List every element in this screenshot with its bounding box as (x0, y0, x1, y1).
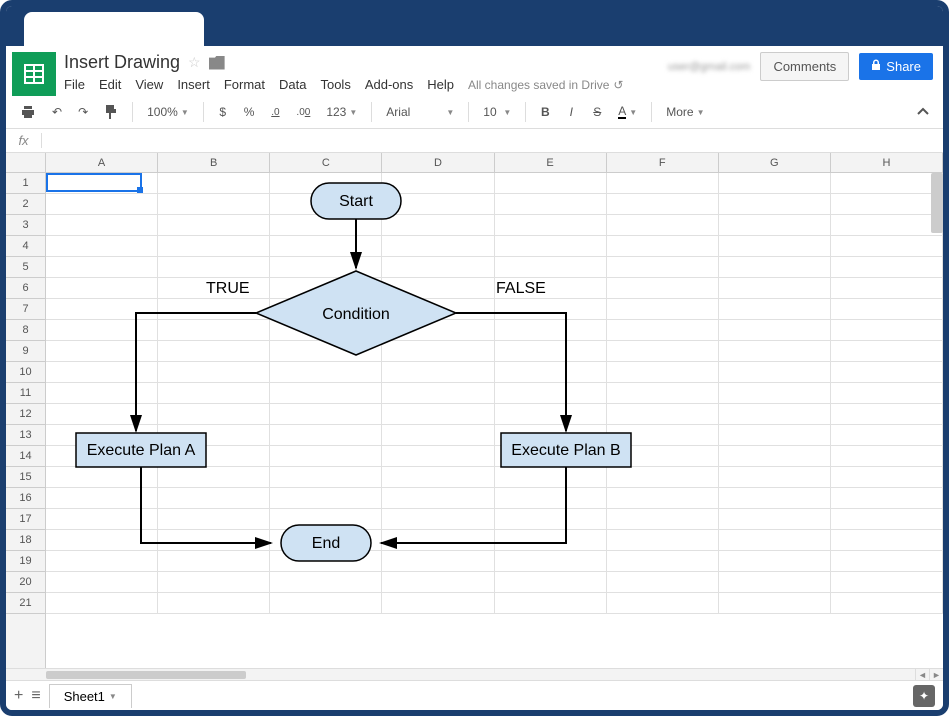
share-button[interactable]: Share (859, 53, 933, 80)
row-header[interactable]: 9 (6, 341, 45, 362)
scroll-right-icon[interactable]: ► (929, 669, 943, 681)
sheet-bar: + ≡ Sheet1 ▼ ✦ (6, 680, 943, 710)
font-size-value: 10 (483, 105, 496, 119)
col-header[interactable]: E (495, 153, 607, 172)
comments-button[interactable]: Comments (760, 52, 849, 81)
lock-icon (871, 59, 881, 74)
account-email[interactable]: user@gmail.com (668, 61, 751, 73)
row-header[interactable]: 8 (6, 320, 45, 341)
font-size-dropdown[interactable]: 10▼ (477, 101, 517, 123)
row-header[interactable]: 2 (6, 194, 45, 215)
text-color-icon: A (618, 106, 626, 119)
menu-insert[interactable]: Insert (177, 77, 210, 92)
number-format-dropdown[interactable]: 123▼ (320, 101, 363, 123)
star-icon[interactable]: ☆ (188, 54, 201, 71)
browser-tab[interactable] (24, 12, 204, 46)
text-color-dropdown[interactable]: A▼ (612, 102, 643, 123)
doc-title[interactable]: Insert Drawing (64, 52, 180, 73)
row-header[interactable]: 12 (6, 404, 45, 425)
menu-help[interactable]: Help (427, 77, 454, 92)
browser-tab-bar (6, 6, 943, 46)
italic-button[interactable]: I (560, 100, 582, 124)
share-label: Share (886, 59, 921, 74)
bold-button[interactable]: B (534, 100, 556, 124)
print-icon[interactable] (14, 100, 42, 124)
redo-icon[interactable]: ↷ (72, 100, 94, 124)
increase-decimal[interactable]: .00 (290, 100, 316, 124)
menu-data[interactable]: Data (279, 77, 306, 92)
row-header[interactable]: 18 (6, 530, 45, 551)
row-header[interactable]: 3 (6, 215, 45, 236)
col-header[interactable]: G (719, 153, 831, 172)
col-header[interactable]: F (607, 153, 719, 172)
cells-area[interactable] (46, 173, 943, 668)
zoom-value: 100% (147, 105, 178, 119)
row-header[interactable]: 4 (6, 236, 45, 257)
row-header[interactable]: 16 (6, 488, 45, 509)
zoom-dropdown[interactable]: 100%▼ (141, 101, 195, 123)
decrease-decimal[interactable]: .0 (264, 100, 286, 124)
row-header[interactable]: 20 (6, 572, 45, 593)
col-header[interactable]: A (46, 153, 158, 172)
formula-bar: fx (6, 129, 943, 153)
menu-format[interactable]: Format (224, 77, 265, 92)
strikethrough-button[interactable]: S (586, 100, 608, 124)
row-header[interactable]: 21 (6, 593, 45, 614)
sheet-tab-menu-icon[interactable]: ▼ (109, 692, 117, 701)
col-header[interactable]: H (831, 153, 943, 172)
row-header[interactable]: 5 (6, 257, 45, 278)
select-all-corner[interactable] (6, 153, 46, 172)
num-format-value: 123 (326, 105, 346, 119)
percent-format[interactable]: % (238, 100, 261, 124)
column-headers: A B C D E F G H (6, 153, 943, 173)
add-sheet-icon[interactable]: + (14, 687, 23, 705)
save-status-text: All changes saved in Drive (468, 78, 609, 92)
folder-icon[interactable] (209, 56, 225, 70)
collapse-toolbar-icon[interactable] (911, 100, 935, 124)
explore-button[interactable]: ✦ (913, 685, 935, 707)
menu-view[interactable]: View (135, 77, 163, 92)
row-header[interactable]: 13 (6, 425, 45, 446)
currency-format[interactable]: $ (212, 100, 234, 124)
menubar: File Edit View Insert Format Data Tools … (64, 77, 668, 92)
all-sheets-icon[interactable]: ≡ (31, 687, 40, 705)
col-header[interactable]: D (382, 153, 494, 172)
row-header[interactable]: 11 (6, 383, 45, 404)
row-header[interactable]: 10 (6, 362, 45, 383)
more-label: More (666, 105, 693, 119)
undo-icon[interactable]: ↶ (46, 100, 68, 124)
vertical-scrollbar[interactable] (931, 173, 943, 233)
row-header[interactable]: 15 (6, 467, 45, 488)
row-header[interactable]: 14 (6, 446, 45, 467)
spreadsheet-grid[interactable]: A B C D E F G H 1 2 3 4 5 6 7 8 (6, 153, 943, 668)
row-header[interactable]: 17 (6, 509, 45, 530)
row-header[interactable]: 19 (6, 551, 45, 572)
app-header: Insert Drawing ☆ File Edit View Insert F… (6, 46, 943, 96)
menu-addons[interactable]: Add-ons (365, 77, 413, 92)
row-headers: 1 2 3 4 5 6 7 8 9 10 11 12 13 14 15 16 1 (6, 173, 46, 668)
row-header[interactable]: 7 (6, 299, 45, 320)
sheet-tab-label: Sheet1 (64, 689, 105, 704)
col-header[interactable]: B (158, 153, 270, 172)
row-header[interactable]: 6 (6, 278, 45, 299)
history-icon[interactable]: ↺ (613, 78, 623, 92)
scroll-left-icon[interactable]: ◄ (915, 669, 929, 681)
col-header[interactable]: C (270, 153, 382, 172)
menu-edit[interactable]: Edit (99, 77, 121, 92)
sheet-tab[interactable]: Sheet1 ▼ (49, 684, 132, 708)
menu-tools[interactable]: Tools (320, 77, 350, 92)
font-value: Arial (386, 105, 410, 119)
paint-format-icon[interactable] (98, 100, 124, 124)
row-header[interactable]: 1 (6, 173, 45, 194)
hscroll-thumb[interactable] (46, 671, 246, 679)
save-status: All changes saved in Drive ↺ (468, 78, 623, 92)
fx-label: fx (6, 133, 42, 148)
horizontal-scrollbar[interactable]: ◄ ► (6, 668, 943, 680)
font-dropdown[interactable]: Arial▼ (380, 101, 460, 123)
toolbar: ↶ ↷ 100%▼ $ % .0 .00 123▼ Arial▼ 10▼ B I… (6, 96, 943, 129)
sheets-logo[interactable] (12, 52, 56, 96)
more-dropdown[interactable]: More▼ (660, 101, 710, 123)
menu-file[interactable]: File (64, 77, 85, 92)
